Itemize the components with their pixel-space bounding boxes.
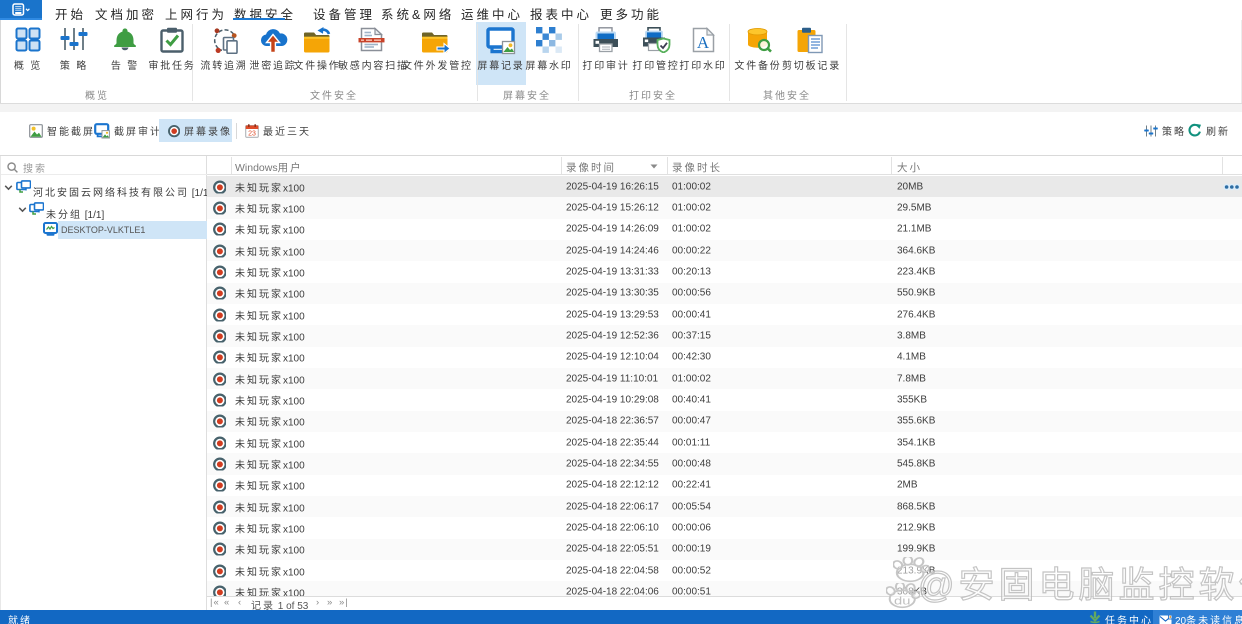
svg-text:A: A xyxy=(696,33,709,52)
svg-text:23: 23 xyxy=(248,130,256,137)
